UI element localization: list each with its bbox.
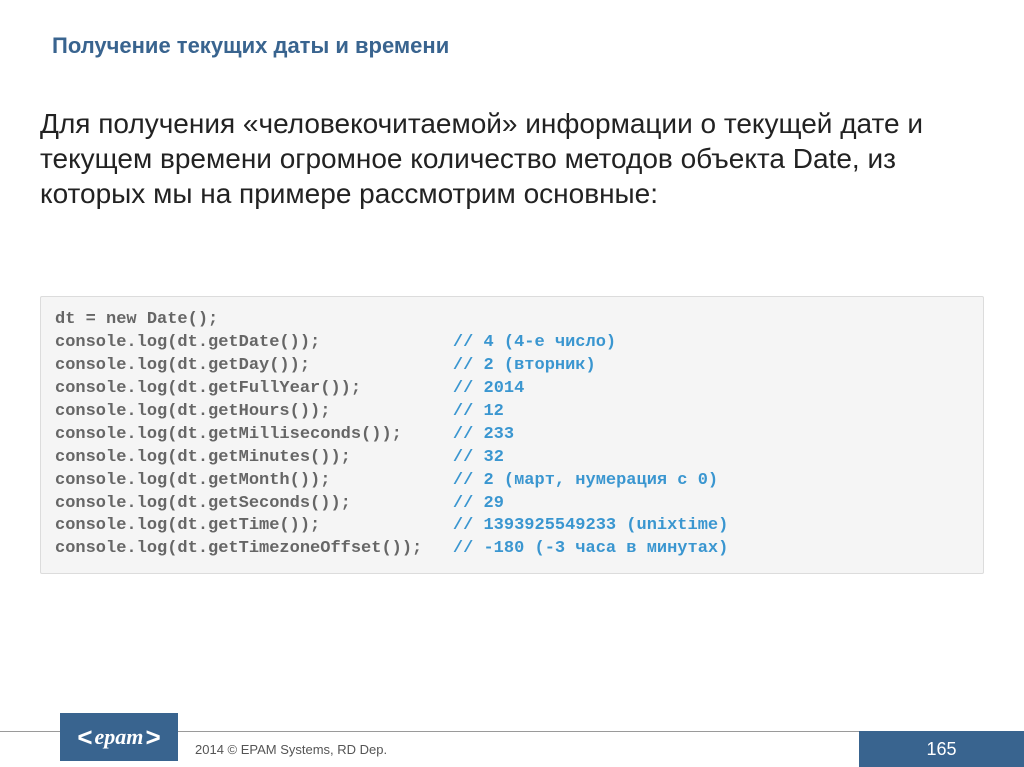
code-line: console.log(dt.getSeconds()); // 29 (55, 493, 969, 516)
code-pad (330, 471, 452, 490)
code-comment: // 4 (4-е число) (453, 333, 616, 352)
code-pad (361, 379, 453, 398)
code-line: console.log(dt.getTimezoneOffset()); // … (55, 538, 969, 561)
code-block: dt = new Date(); console.log(dt.getDate()… (40, 296, 984, 574)
code-text: console.log(dt.getHours()); (55, 402, 330, 421)
code-line: console.log(dt.getMonth()); // 2 (март, … (55, 470, 969, 493)
code-comment: // 2 (март, нумерация с 0) (453, 471, 718, 490)
code-line: console.log(dt.getHours()); // 12 (55, 401, 969, 424)
code-text: console.log(dt.getDay()); (55, 356, 310, 375)
code-line: console.log(dt.getFullYear()); // 2014 (55, 378, 969, 401)
code-pad (310, 356, 453, 375)
code-text: console.log(dt.getMilliseconds()); (55, 425, 402, 444)
code-text: console.log(dt.getFullYear()); (55, 379, 361, 398)
code-comment: // 2 (вторник) (453, 356, 596, 375)
code-text: console.log(dt.getTimezoneOffset()); (55, 539, 422, 558)
code-pad (320, 333, 453, 352)
logo-left-bracket: < (77, 724, 92, 750)
code-line: dt = new Date(); (55, 309, 969, 332)
code-text: console.log(dt.getMinutes()); (55, 448, 351, 467)
slide-heading: Получение текущих даты и времени (52, 33, 449, 59)
code-pad (351, 448, 453, 467)
code-comment: // 233 (453, 425, 514, 444)
code-comment: // 32 (453, 448, 504, 467)
code-text: console.log(dt.getMonth()); (55, 471, 330, 490)
code-comment: // 2014 (453, 379, 524, 398)
slide-body-text: Для получения «человекочитаемой» информа… (40, 106, 984, 211)
code-comment: // 29 (453, 494, 504, 513)
code-text: console.log(dt.getTime()); (55, 516, 320, 535)
slide: Получение текущих даты и времени Для пол… (0, 0, 1024, 767)
logo-word: epam (93, 726, 146, 748)
code-comment: // -180 (-3 часа в минутах) (453, 539, 728, 558)
code-line: console.log(dt.getMinutes()); // 32 (55, 447, 969, 470)
code-pad (330, 402, 452, 421)
code-text: console.log(dt.getSeconds()); (55, 494, 351, 513)
epam-logo: < epam > (60, 713, 178, 761)
code-text: dt = new Date(); (55, 310, 218, 329)
code-pad (351, 494, 453, 513)
footer-page-number: 165 (859, 731, 1024, 767)
code-line: console.log(dt.getDate()); // 4 (4-е чис… (55, 332, 969, 355)
footer-copyright: 2014 © EPAM Systems, RD Dep. (195, 742, 387, 757)
code-line: console.log(dt.getDay()); // 2 (вторник) (55, 355, 969, 378)
code-pad (402, 425, 453, 444)
code-line: console.log(dt.getMilliseconds()); // 23… (55, 424, 969, 447)
code-comment: // 12 (453, 402, 504, 421)
logo-right-bracket: > (145, 724, 160, 750)
code-line: console.log(dt.getTime()); // 1393925549… (55, 515, 969, 538)
code-comment: // 1393925549233 (unixtime) (453, 516, 728, 535)
code-pad (422, 539, 453, 558)
code-text: console.log(dt.getDate()); (55, 333, 320, 352)
code-pad (320, 516, 453, 535)
